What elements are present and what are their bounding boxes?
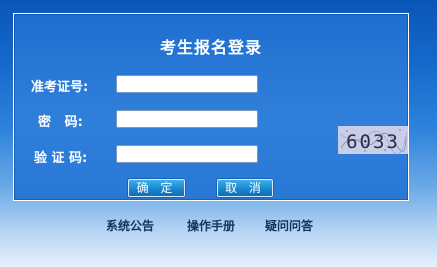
captcha-input[interactable] xyxy=(116,145,258,163)
panel-title: 考生报名登录 xyxy=(159,38,262,57)
password-label: 密 码: xyxy=(38,115,83,130)
footer-link-manual[interactable]: 操作手册 xyxy=(187,217,235,234)
footer-link-announcement[interactable]: 系统公告 xyxy=(106,217,154,234)
exam-id-input[interactable] xyxy=(116,75,258,93)
login-panel: 考生报名登录 准考证号: 密 码: 验 证 码: 确 定 取 消 xyxy=(13,13,409,201)
footer-link-faq[interactable]: 疑问问答 xyxy=(265,217,313,234)
confirm-button[interactable]: 确 定 xyxy=(128,179,185,197)
captcha-code: 6033 xyxy=(346,131,400,153)
cancel-button[interactable]: 取 消 xyxy=(217,179,273,197)
captcha-label: 验 证 码: xyxy=(34,151,88,166)
password-input[interactable] xyxy=(116,110,258,128)
exam-id-label: 准考证号: xyxy=(31,80,89,95)
footer-links: 系统公告 操作手册 疑问问答 xyxy=(0,217,437,233)
captcha-image[interactable]: 6033 xyxy=(338,126,408,154)
